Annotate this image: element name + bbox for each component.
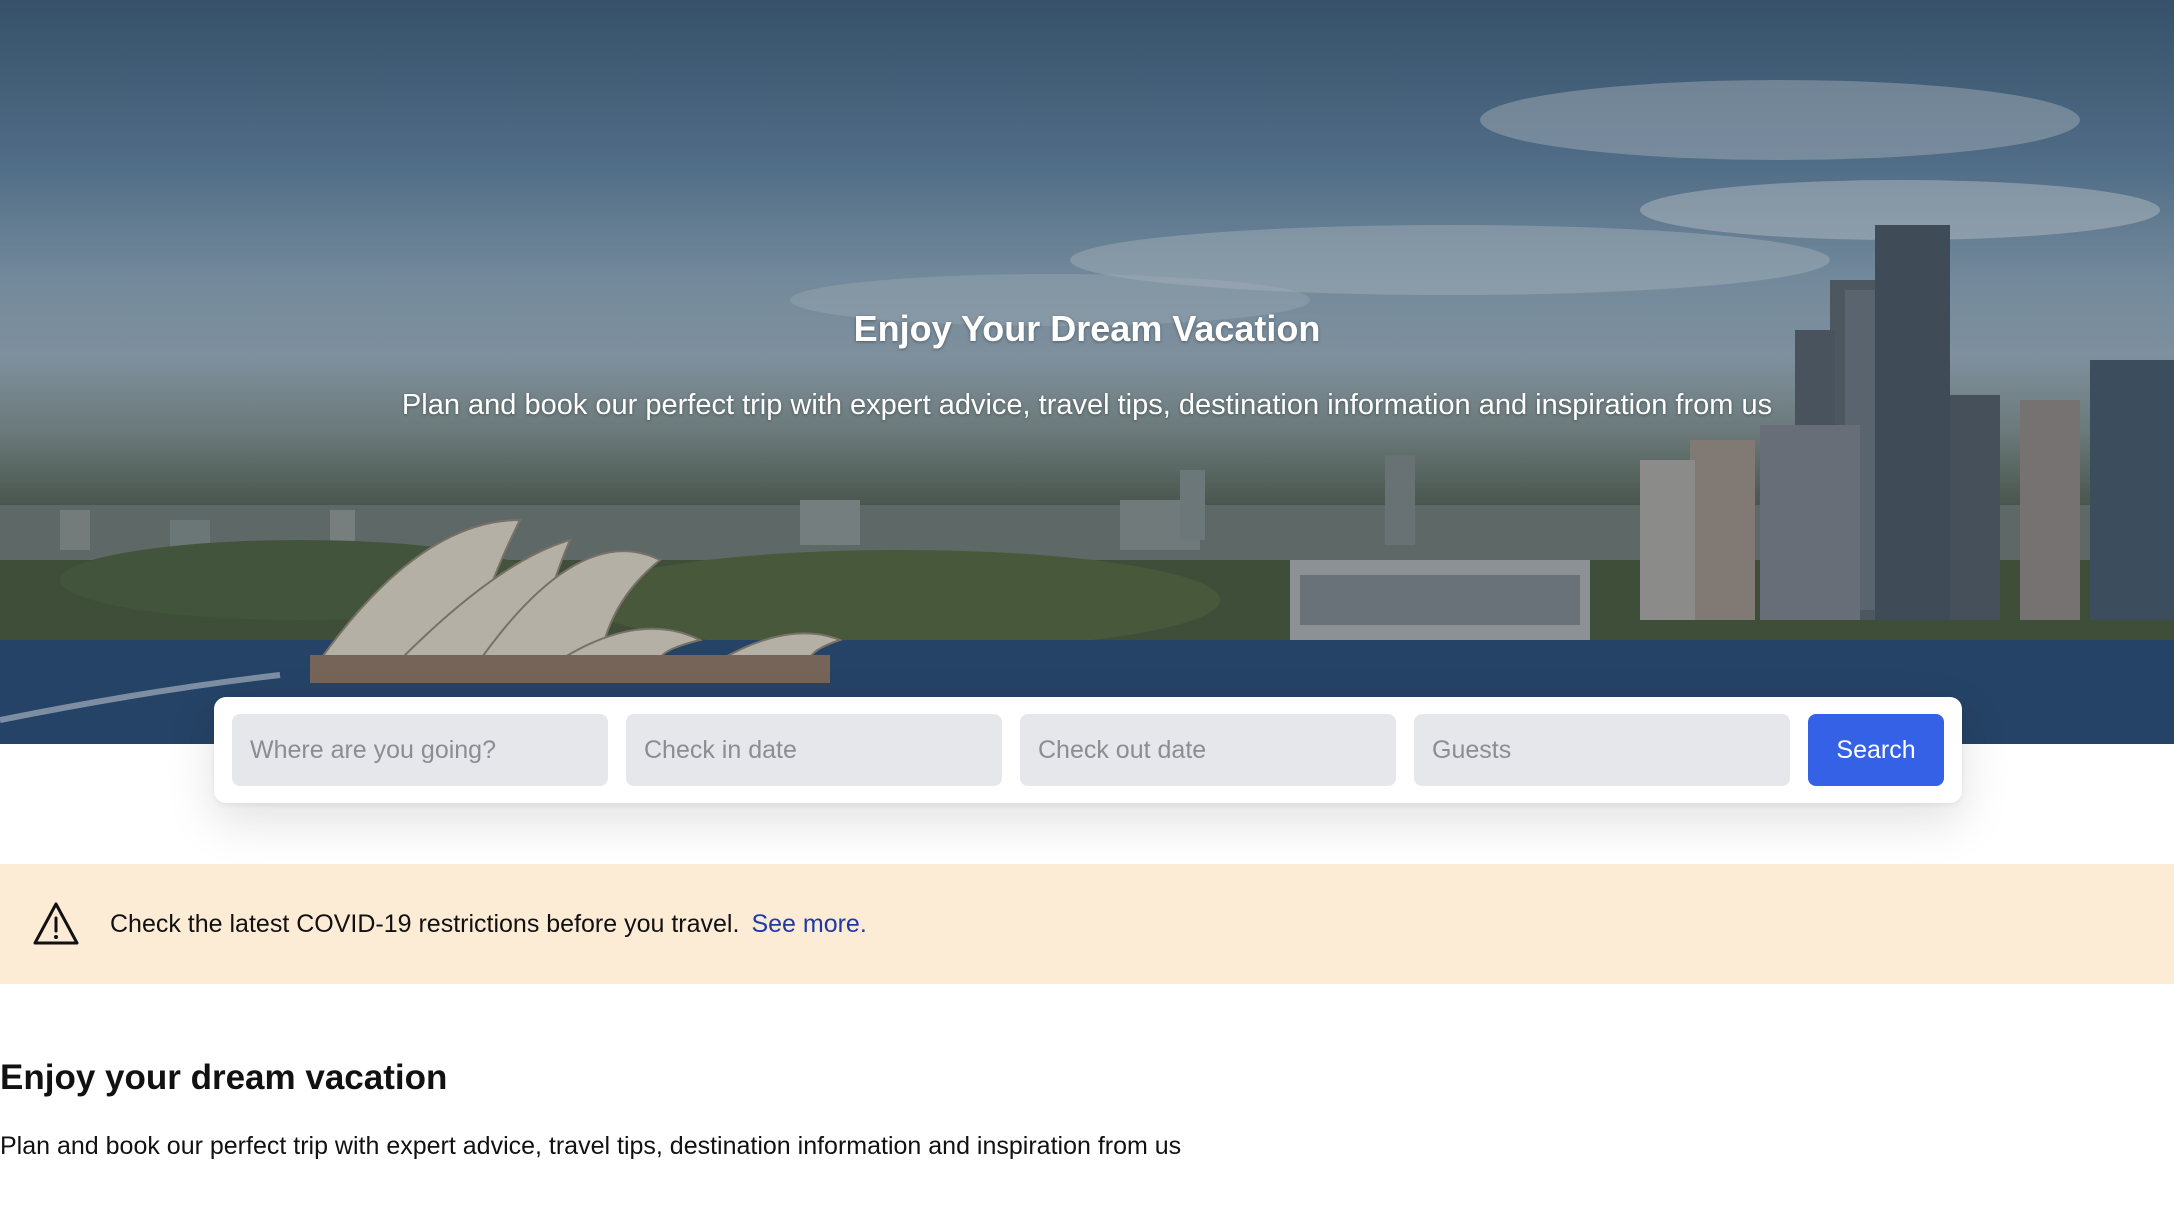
hero-banner: Enjoy Your Dream Vacation Plan and book … [0,0,2174,744]
search-button[interactable]: Search [1808,714,1944,786]
hero-subtitle: Plan and book our perfect trip with expe… [401,389,1773,421]
destination-input[interactable] [232,714,608,786]
hero-title: Enjoy Your Dream Vacation [853,308,1321,349]
check-in-date-input[interactable] [626,714,1002,786]
see-more-link[interactable]: See more. [751,910,866,938]
guests-input[interactable] [1414,714,1790,786]
check-out-date-input[interactable] [1020,714,1396,786]
hero-overlay [0,0,2174,744]
search-bar: Search [214,697,1962,803]
covid-alert-banner: Check the latest COVID-19 restrictions b… [0,864,2174,984]
section-body: Plan and book our perfect trip with expe… [0,1132,1182,1160]
warning-triangle-icon [33,902,79,945]
alert-message: Check the latest COVID-19 restrictions b… [110,910,740,938]
section-title: Enjoy your dream vacation [0,1058,448,1097]
alert-text: Check the latest COVID-19 restrictions b… [110,864,867,984]
